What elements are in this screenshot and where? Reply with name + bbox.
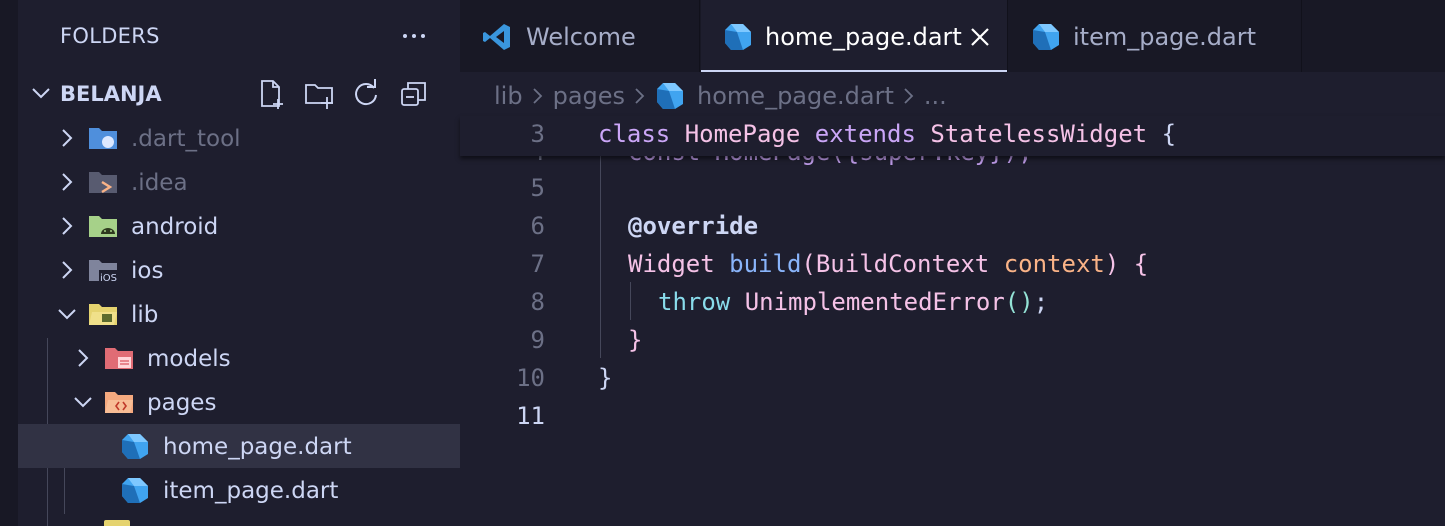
code-line: @override: [628, 212, 758, 240]
chevron-down-icon: [74, 397, 92, 408]
lib-folder-icon: [89, 304, 117, 325]
code-line: Widget build(BuildContext context) {: [628, 250, 1148, 278]
tree-item-label: home_page.dart: [163, 434, 352, 460]
android-folder-icon: [89, 216, 117, 237]
code-editor[interactable]: 4 const HomePage({super.key}); 5 6 @over…: [460, 0, 1445, 526]
line-number: 9: [530, 326, 545, 354]
token-paren: (: [801, 250, 816, 278]
ios-folder-icon: iOS: [89, 260, 117, 284]
code-line: }: [598, 364, 613, 392]
code-line: throw UnimplementedError();: [658, 288, 1048, 316]
tree-item-lib[interactable]: lib: [18, 292, 460, 336]
refresh-icon[interactable]: [350, 78, 382, 110]
token-brace: {: [1161, 120, 1177, 148]
token-type: StatelessWidget: [930, 120, 1148, 148]
pages-folder-icon: [105, 392, 133, 413]
token-brace: {: [1133, 250, 1149, 278]
chevron-down-icon: [58, 309, 76, 320]
tree-item-label: ios: [131, 258, 164, 284]
token-annotation: @override: [628, 212, 759, 240]
svg-text:iOS: iOS: [100, 273, 117, 284]
root-folder-label: BELANJA: [60, 82, 162, 106]
dart-file-icon: [122, 478, 148, 503]
token-type: Widget: [628, 250, 715, 278]
tree-item-android[interactable]: android: [18, 204, 460, 248]
chevron-right-icon: [62, 261, 73, 279]
indent-guide: [630, 282, 631, 320]
tree-item-dart-tool[interactable]: .dart_tool: [18, 116, 460, 160]
new-file-icon[interactable]: [256, 78, 288, 110]
chevron-right-icon: [62, 173, 73, 191]
models-folder-icon: [105, 348, 133, 369]
line-number: 8: [530, 288, 545, 316]
tree-item-item-page-dart[interactable]: item_page.dart: [18, 468, 460, 512]
token-paren: (): [1004, 288, 1034, 316]
chevron-right-icon: [62, 217, 73, 235]
line-number: 5: [530, 174, 545, 202]
token-function: build: [729, 250, 802, 278]
ellipsis-icon[interactable]: [396, 18, 432, 54]
root-folder-belanja[interactable]: BELANJA: [18, 72, 460, 116]
new-folder-icon[interactable]: [304, 78, 336, 110]
partial-folder-icon: [104, 520, 130, 526]
tree-item-pages[interactable]: pages: [18, 380, 460, 424]
tree-item-ios[interactable]: iOS ios: [18, 248, 460, 292]
token-keyword: class: [598, 120, 671, 148]
tree-item-label: lib: [131, 302, 159, 328]
line-number-current: 11: [516, 402, 545, 430]
tree-item-label: models: [147, 346, 231, 372]
token-type: BuildContext: [815, 250, 990, 278]
token-type: HomePage: [684, 120, 801, 148]
dart-file-icon: [122, 434, 148, 459]
idea-folder-icon: [89, 172, 117, 194]
tree-item-label: .idea: [131, 170, 188, 196]
line-number: 7: [530, 250, 545, 278]
editor-group: Welcome home_page.dart item_page.dart li…: [460, 0, 1445, 526]
token-semicolon: ;: [1033, 288, 1049, 316]
dart-tool-folder-icon: [89, 128, 117, 149]
chevron-right-icon: [62, 129, 73, 147]
sticky-scroll-line[interactable]: 3 class HomePage extends StatelessWidget…: [460, 116, 1445, 156]
line-number: 10: [516, 364, 545, 392]
token-type: UnimplementedError: [744, 288, 1005, 316]
tree-item-label: android: [131, 214, 219, 240]
chevron-right-icon: [78, 349, 89, 367]
token-parameter: context: [1003, 250, 1105, 278]
token-paren: ): [1104, 250, 1120, 278]
token-keyword: throw: [658, 288, 731, 316]
code-line: class HomePage extends StatelessWidget {: [598, 120, 1176, 148]
tree-item-label: .dart_tool: [131, 126, 241, 152]
tree-item-label: pages: [147, 390, 217, 416]
line-number: 6: [530, 212, 545, 240]
line-number: 3: [530, 120, 545, 148]
explorer-sidebar: FOLDERS BELANJA .dart_tool .idea android…: [0, 0, 460, 526]
activity-strip: [0, 0, 18, 526]
collapse-all-icon[interactable]: [398, 78, 430, 110]
tree-item-models[interactable]: models: [18, 336, 460, 380]
tree-item-idea[interactable]: .idea: [18, 160, 460, 204]
chevron-down-icon: [32, 88, 50, 99]
folders-header: FOLDERS: [60, 24, 160, 48]
tree-item-label: item_page.dart: [163, 478, 339, 504]
tree-item-home-page-dart[interactable]: home_page.dart: [18, 424, 460, 468]
code-line: }: [628, 326, 643, 354]
token-keyword: extends: [814, 120, 916, 148]
indent-guide: [600, 150, 601, 358]
